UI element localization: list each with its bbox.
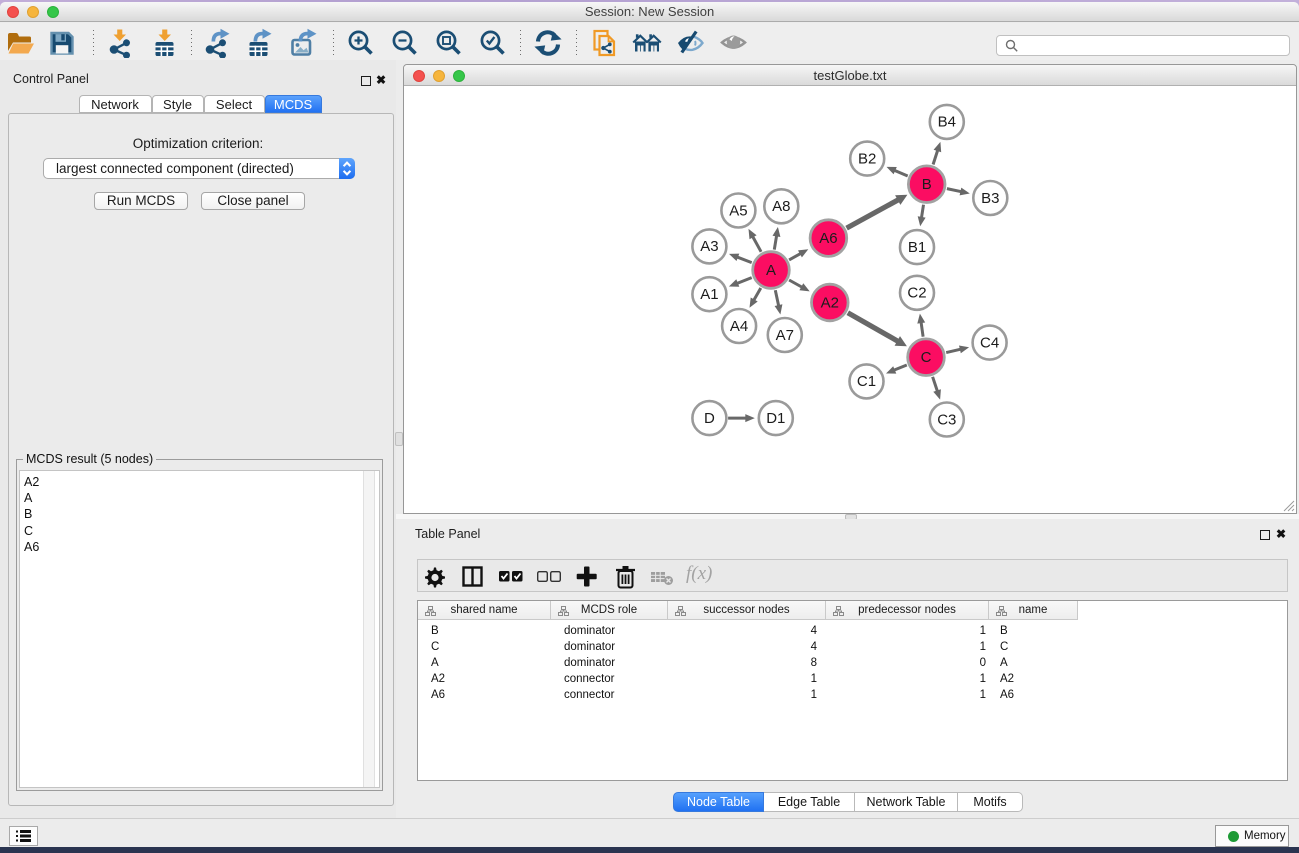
svg-text:C1: C1	[857, 373, 876, 390]
svg-text:B4: B4	[938, 114, 956, 131]
svg-text:A3: A3	[700, 238, 718, 255]
svg-text:A5: A5	[729, 202, 747, 219]
svg-text:A: A	[766, 262, 776, 279]
svg-text:C: C	[921, 349, 932, 366]
svg-text:B: B	[922, 176, 932, 193]
svg-text:A1: A1	[700, 286, 718, 303]
svg-text:B3: B3	[981, 190, 999, 207]
svg-text:A2: A2	[821, 294, 839, 311]
svg-text:C4: C4	[980, 334, 999, 351]
svg-text:A4: A4	[730, 318, 748, 335]
svg-text:C3: C3	[937, 411, 956, 428]
svg-text:D1: D1	[766, 410, 785, 427]
svg-text:A7: A7	[776, 327, 794, 344]
svg-text:D: D	[704, 410, 715, 427]
svg-text:C2: C2	[907, 285, 926, 302]
svg-text:A8: A8	[772, 198, 790, 215]
svg-text:A6: A6	[819, 230, 837, 247]
svg-text:B1: B1	[908, 239, 926, 256]
svg-text:B2: B2	[858, 150, 876, 167]
